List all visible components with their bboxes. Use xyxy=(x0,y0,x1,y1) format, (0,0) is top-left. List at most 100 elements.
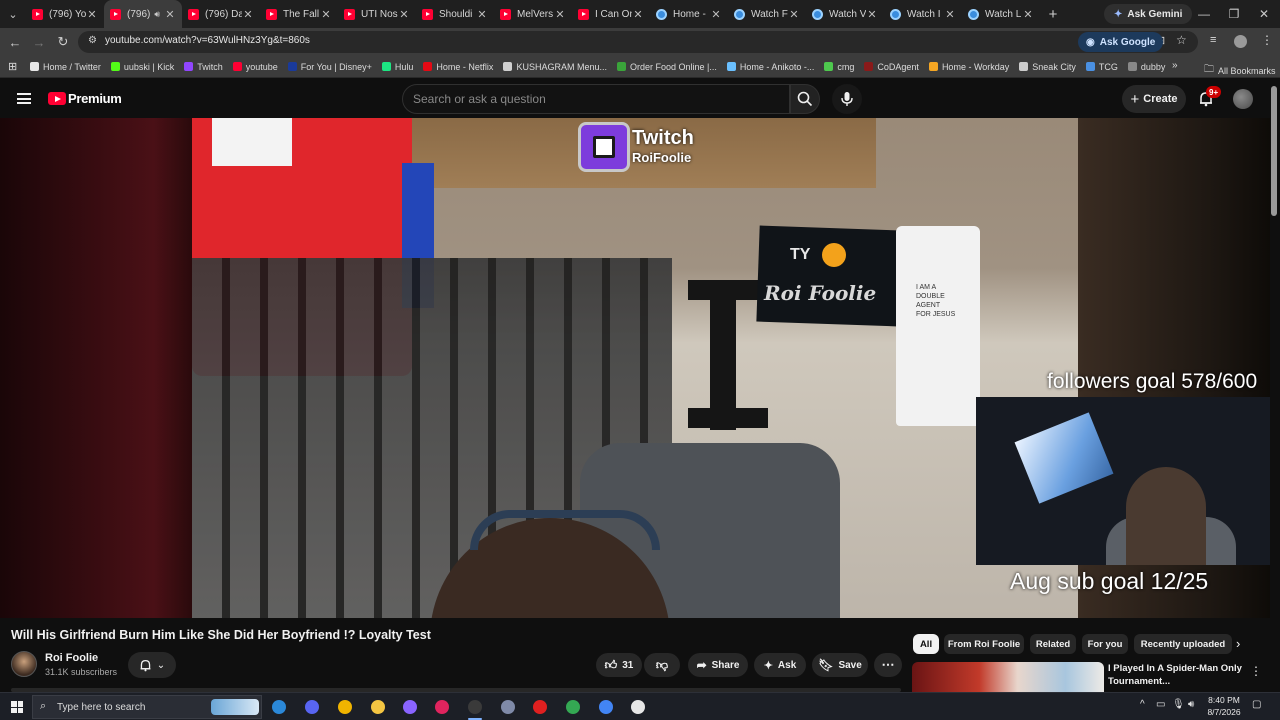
browser-menu-icon[interactable]: ⋮ xyxy=(1261,33,1273,47)
browser-tab[interactable]: Watch L ✕ xyxy=(962,0,1040,28)
close-tab-icon[interactable]: ✕ xyxy=(944,8,956,21)
adobe-app-icon[interactable] xyxy=(529,697,551,717)
create-button[interactable]: + Create xyxy=(1122,85,1186,113)
share-button[interactable]: ➦ Share xyxy=(688,653,748,677)
close-tab-icon[interactable]: ✕ xyxy=(86,8,98,21)
browser-tab[interactable]: The Fall ✕ xyxy=(260,0,338,28)
filter-chip[interactable]: For you xyxy=(1082,634,1128,654)
clock-app-icon[interactable] xyxy=(627,697,649,717)
bookmark-item[interactable]: Home - Workday xyxy=(928,62,1009,72)
voice-search-button[interactable] xyxy=(832,84,862,114)
more-actions-button[interactable]: ⋯ xyxy=(874,653,902,677)
tray-overflow-icon[interactable]: ^ xyxy=(1140,699,1145,710)
close-window-button[interactable]: ✕ xyxy=(1246,0,1280,28)
notification-center-icon[interactable]: ▢ xyxy=(1252,699,1261,710)
browser-tab[interactable]: Watch F ✕ xyxy=(728,0,806,28)
bookmark-item[interactable]: TCG xyxy=(1085,62,1118,72)
account-avatar[interactable] xyxy=(1233,89,1253,109)
channel-name[interactable]: Roi Foolie xyxy=(45,652,98,664)
recommendation-thumbnail[interactable] xyxy=(912,662,1104,692)
bookmark-item[interactable]: youtube xyxy=(232,62,278,72)
close-tab-icon[interactable]: ✕ xyxy=(476,8,488,21)
chrome-app-icon[interactable] xyxy=(334,697,356,717)
media-control-icon[interactable]: ≡ xyxy=(1210,34,1216,46)
microphone-tray-icon[interactable]: 🎙︎ xyxy=(1172,699,1185,710)
network-icon[interactable]: ▭ xyxy=(1156,699,1165,710)
site-info-icon[interactable]: ⚙ xyxy=(88,35,97,46)
bookmark-item[interactable]: uubski | Kick xyxy=(110,62,174,72)
chips-next-chevron-icon[interactable]: › xyxy=(1236,636,1240,651)
bookmark-item[interactable]: Home - Anikoto -... xyxy=(726,62,814,72)
file-explorer-app-icon[interactable] xyxy=(367,697,389,717)
windows-start-icon[interactable] xyxy=(11,701,23,713)
browser-tab[interactable]: Home - ✕ xyxy=(650,0,728,28)
browser-tab[interactable]: Shouldi ✕ xyxy=(416,0,494,28)
taskbar-clock-time[interactable]: 8:40 PM xyxy=(1206,695,1242,705)
browser-tab[interactable]: MelVers ✕ xyxy=(494,0,572,28)
ask-google-button[interactable]: ◉ Ask Google xyxy=(1078,32,1164,52)
bookmark-item[interactable]: CoDAgent xyxy=(864,62,919,72)
web-app-icon[interactable] xyxy=(497,697,519,717)
channel-avatar[interactable] xyxy=(11,651,37,677)
chrome-alt-app-icon[interactable] xyxy=(595,697,617,717)
browser-tab[interactable]: UTI Nos ✕ xyxy=(338,0,416,28)
browser-tab[interactable]: (796) Da ✕ xyxy=(182,0,260,28)
all-bookmarks-button[interactable]: 🗀 All Bookmarks xyxy=(1204,62,1276,79)
like-button[interactable]: 👍︎ 31 xyxy=(596,653,642,677)
subscribed-notifications-button[interactable]: ⌄ xyxy=(128,652,176,678)
bookmark-item[interactable]: KUSHAGRAM Menu... xyxy=(503,62,607,72)
taskbar-search-box[interactable]: ⌕ xyxy=(32,695,262,719)
discord-ptb-app-icon[interactable] xyxy=(301,697,323,717)
close-tab-icon[interactable]: ✕ xyxy=(632,8,644,21)
filter-chip[interactable]: From Roi Foolie xyxy=(944,634,1024,654)
bookmark-item[interactable]: Twitch xyxy=(184,62,223,72)
close-tab-icon[interactable]: ✕ xyxy=(242,8,254,21)
bookmark-item[interactable]: Home / Twitter xyxy=(30,62,101,72)
forward-arrow-icon[interactable]: → xyxy=(29,32,49,52)
bookmark-item[interactable]: Order Food Online |... xyxy=(616,62,717,72)
video-player[interactable]: TY Roi Foolie I AM A DOUBLE AGENT FOR JE… xyxy=(0,118,1270,618)
address-bar[interactable]: ⚙ youtube.com/watch?v=63WulHNz3Yg&t=860s… xyxy=(78,31,1198,53)
page-scrollbar[interactable] xyxy=(1271,86,1277,216)
game-controller-app-icon[interactable] xyxy=(399,697,421,717)
copilot-app-icon[interactable] xyxy=(268,697,290,717)
close-tab-icon[interactable]: ✕ xyxy=(398,8,410,21)
tab-search-chevron-icon[interactable]: ⌄ xyxy=(0,0,26,28)
browser-tab[interactable]: I Can On ✕ xyxy=(572,0,650,28)
filter-chip[interactable]: All xyxy=(913,634,939,654)
taskbar-search-input[interactable] xyxy=(57,701,207,713)
close-tab-icon[interactable]: ✕ xyxy=(788,8,800,21)
new-tab-button[interactable]: + xyxy=(1040,6,1066,23)
youtube-logo-icon[interactable] xyxy=(48,92,66,105)
chrome-profile-app-icon[interactable] xyxy=(562,697,584,717)
browser-tab[interactable]: (796) You✕ xyxy=(26,0,104,28)
bookmark-star-icon[interactable]: ☆ xyxy=(1176,33,1187,47)
bookmarks-overflow-icon[interactable]: » xyxy=(1172,60,1178,71)
search-button[interactable] xyxy=(790,84,820,114)
bookmark-item[interactable]: cmg xyxy=(824,62,854,72)
apps-grid-icon[interactable]: ⊞ xyxy=(8,60,17,73)
close-tab-icon[interactable]: ✕ xyxy=(710,8,722,21)
close-tab-icon[interactable]: ✕ xyxy=(164,8,176,21)
bookmark-item[interactable]: Home - Netflix xyxy=(423,62,493,72)
reload-icon[interactable]: ↻ xyxy=(53,32,73,52)
browser-tab[interactable]: (796) 🔊︎ ✕ xyxy=(104,0,182,28)
back-arrow-icon[interactable]: ← xyxy=(5,32,25,52)
close-tab-icon[interactable]: ✕ xyxy=(554,8,566,21)
tab-audio-icon[interactable]: 🔊︎ xyxy=(154,9,160,20)
filter-chip[interactable]: Recently uploaded xyxy=(1134,634,1232,654)
close-tab-icon[interactable]: ✕ xyxy=(866,8,878,21)
obs-app-icon[interactable] xyxy=(464,697,486,720)
url-text[interactable]: youtube.com/watch?v=63WulHNz3Yg&t=860s xyxy=(105,35,310,46)
youtube-premium-brand[interactable]: Premium xyxy=(68,91,122,106)
close-tab-icon[interactable]: ✕ xyxy=(320,8,332,21)
bookmark-item[interactable]: Sneak City xyxy=(1019,62,1076,72)
browser-tab[interactable]: Watch V ✕ xyxy=(806,0,884,28)
guide-menu-icon[interactable] xyxy=(17,93,31,104)
ask-button[interactable]: ✦ Ask xyxy=(754,653,806,677)
bookmark-item[interactable]: Hulu xyxy=(381,62,413,72)
recommendation-menu-icon[interactable]: ⋮ xyxy=(1250,664,1262,678)
profile-avatar-icon[interactable] xyxy=(1234,35,1247,48)
dislike-button[interactable]: 👎︎ xyxy=(644,653,680,677)
ask-gemini-button[interactable]: ✦ Ask Gemini xyxy=(1104,4,1193,24)
